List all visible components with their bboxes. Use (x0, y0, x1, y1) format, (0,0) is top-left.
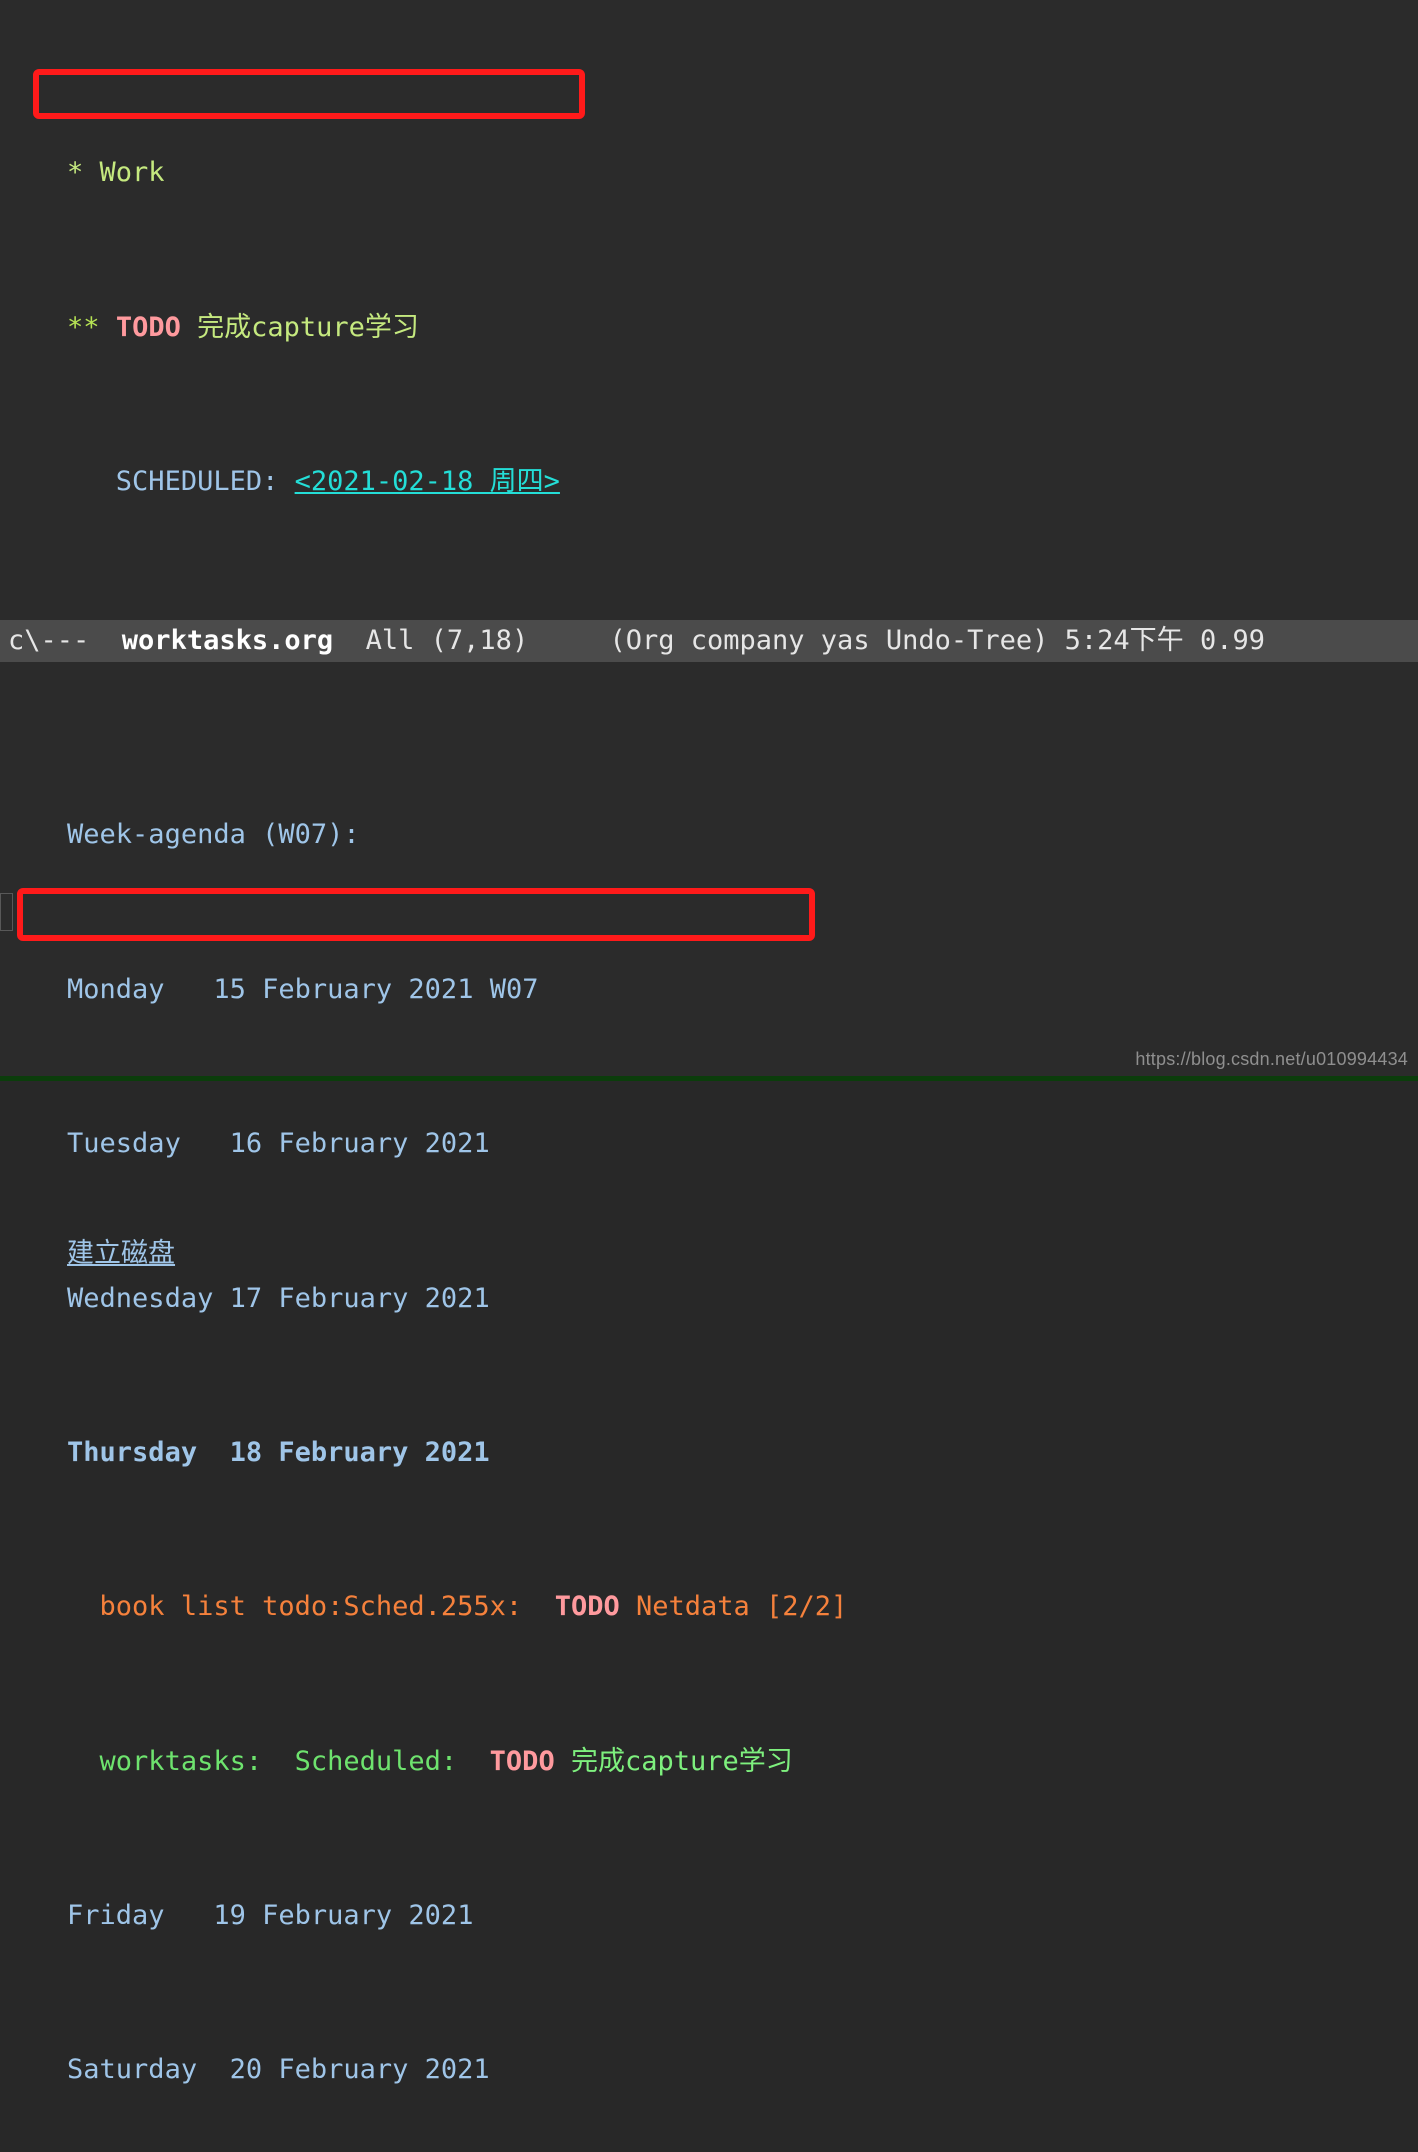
agenda-entry-booklist[interactable]: book list todo:Sched.255x: TODO Netdata … (0, 1550, 1418, 1622)
org-heading-level2-stars: ** (67, 311, 116, 343)
mode-line-load-average: 0.99 (1199, 625, 1265, 656)
org-heading-title: 完成capture学习 (180, 311, 419, 343)
org-heading-todo[interactable]: ** TODO 完成capture学习 (0, 270, 1418, 343)
agenda-day-saturday[interactable]: Saturday 20 February 2021 (0, 2013, 1418, 2085)
mode-line-gap-2 (333, 625, 366, 656)
org-capture-buffer[interactable]: * Work ** TODO 完成capture学习 SCHEDULED: <2… (0, 0, 1418, 1269)
agenda-entry-headline-worktasks: 完成capture学习 (554, 1745, 793, 1777)
agenda-entry-todo-keyword: TODO (489, 1745, 555, 1777)
agenda-day-pad (197, 2054, 230, 2085)
agenda-entry-worktasks[interactable]: worktasks: Scheduled: TODO 完成capture学习 (0, 1704, 1418, 1777)
mode-line-gap-3 (528, 625, 609, 656)
mode-line-gap-5 (1184, 625, 1200, 656)
agenda-day-tuesday[interactable]: Tuesday 16 February 2021 (0, 1087, 1418, 1159)
agenda-day-pad (197, 1437, 230, 1468)
agenda-day-pad (165, 1900, 214, 1931)
agenda-day-wednesday[interactable]: Wednesday 17 February 2021 (0, 1241, 1418, 1314)
agenda-entry-category-booklist: book list todo:Sched.255x: (67, 1591, 555, 1623)
org-logbook-drawer-open[interactable]: :LOGBOOK: (0, 579, 1418, 652)
mode-line-indicator: c\--- (8, 625, 90, 656)
agenda-entry-category-worktasks: worktasks: Scheduled: (67, 1745, 490, 1777)
agenda-day-name: Saturday 20 February 2021 (67, 2054, 490, 2086)
agenda-day-thursday[interactable]: Thursday 18 February 2021 (0, 1395, 1418, 1468)
agenda-day-pad (181, 1128, 230, 1159)
agenda-fringe-marker (0, 893, 13, 931)
org-todo-keyword: TODO (115, 311, 181, 343)
agenda-title-text: Week-agenda (W07): (67, 819, 360, 851)
agenda-entry-todo-keyword: TODO (554, 1591, 620, 1623)
scheduled-timestamp[interactable]: <2021-02-18 周四> (295, 466, 560, 497)
org-heading-work[interactable]: * Work (0, 116, 1418, 188)
agenda-day-monday[interactable]: Monday 15 February 2021 W07 (0, 932, 1418, 1005)
org-heading-level1-text: * Work (67, 157, 165, 189)
agenda-day-friday[interactable]: Friday 19 February 2021 (0, 1858, 1418, 1931)
mode-line-gap-4 (1048, 625, 1064, 656)
mode-line-buffer-name[interactable]: worktasks.org (122, 625, 333, 656)
scheduled-keyword: SCHEDULED: (67, 466, 295, 498)
org-link-line[interactable]: 建立磁盘 (0, 1196, 1418, 1269)
org-agenda-buffer[interactable]: Week-agenda (W07): Monday 15 February 20… (0, 662, 1418, 2085)
agenda-day-pad (213, 1283, 229, 1314)
mode-line[interactable]: c\--- worktasks.org All (7,18) (Org comp… (0, 620, 1418, 662)
org-scheduled-line[interactable]: SCHEDULED: <2021-02-18 周四> (0, 425, 1418, 497)
watermark: https://blog.csdn.net/u010994434 (1135, 1049, 1408, 1069)
agenda-day-name: Wednesday 17 February 2021 (67, 1282, 490, 1314)
agenda-day-name: Monday 15 February 2021 W07 (67, 973, 539, 1005)
mode-line-time: 5:24下午 (1064, 625, 1184, 656)
mode-line-position: All (7,18) (365, 625, 529, 656)
agenda-day-name: Tuesday 16 February 2021 (67, 1128, 490, 1160)
agenda-day-name-today: Thursday 18 February 2021 (67, 1436, 490, 1468)
mode-line-gap-1 (89, 625, 122, 656)
agenda-day-pad (165, 974, 214, 1005)
mode-line-minor-modes[interactable]: (Org company yas Undo-Tree) (609, 625, 1048, 656)
agenda-title: Week-agenda (W07): (0, 778, 1418, 850)
agenda-entry-headline-booklist: Netdata [2/2] (619, 1591, 848, 1623)
agenda-day-name: Friday 19 February 2021 (67, 1900, 474, 1931)
